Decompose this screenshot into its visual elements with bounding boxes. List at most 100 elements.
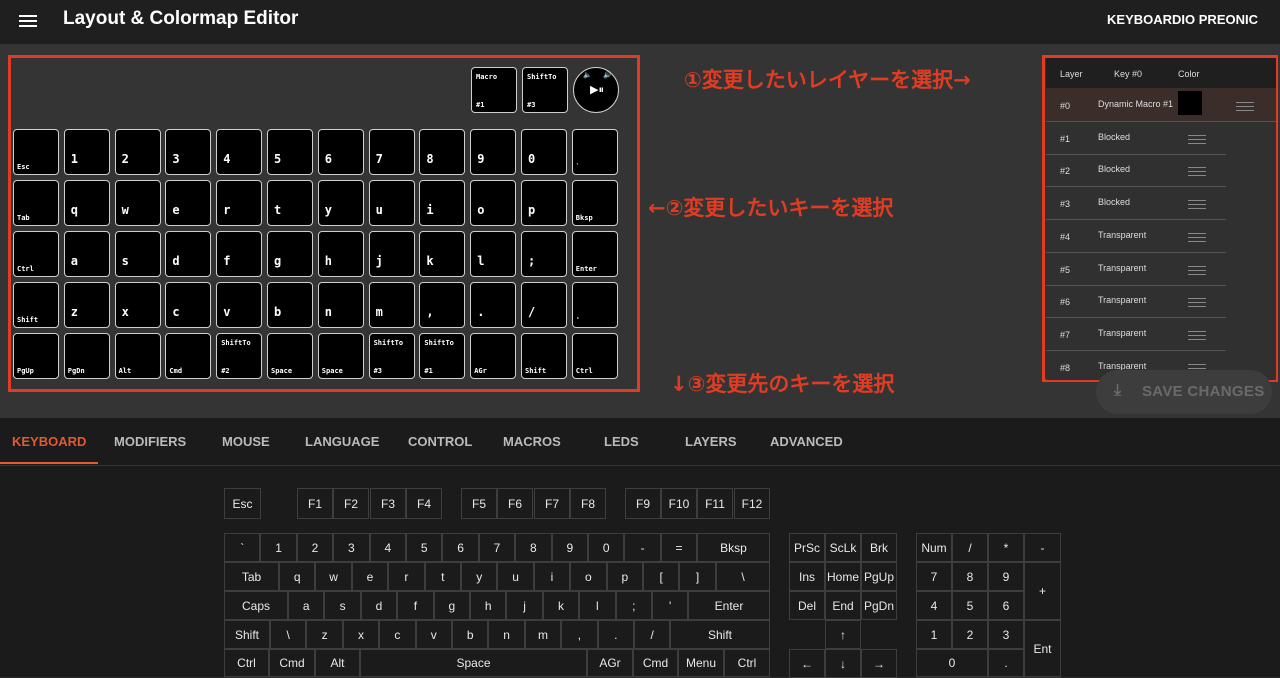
selector-key[interactable]: Menu xyxy=(678,649,724,677)
selector-key[interactable]: / xyxy=(634,620,671,649)
layout-key[interactable]: j xyxy=(368,231,415,277)
selector-key[interactable]: g xyxy=(433,591,470,620)
selector-key[interactable]: End xyxy=(825,591,861,620)
layout-key[interactable]: Ctrl xyxy=(571,333,618,379)
save-changes-button[interactable]: ⤓ SAVE CHANGES xyxy=(1096,370,1272,414)
selector-key[interactable]: F12 xyxy=(734,488,770,519)
selector-key[interactable]: Tab xyxy=(224,562,279,591)
selector-key[interactable]: 9 xyxy=(551,533,588,562)
layout-key[interactable]: , xyxy=(419,282,466,328)
selector-key[interactable]: m xyxy=(524,620,562,649)
selector-key[interactable]: 8 xyxy=(515,533,552,562)
selector-key[interactable]: Enter xyxy=(688,591,770,620)
selector-key[interactable]: c xyxy=(379,620,416,649)
selector-key[interactable]: Caps xyxy=(224,591,288,620)
layout-key[interactable]: PgUp xyxy=(13,333,59,379)
selector-key[interactable]: ` xyxy=(224,533,261,562)
selector-key[interactable]: d xyxy=(360,591,398,620)
layout-key[interactable]: 4 xyxy=(216,129,263,175)
selector-key[interactable]: - xyxy=(624,533,661,562)
selector-key[interactable]: v xyxy=(415,620,452,649)
selector-key[interactable]: F8 xyxy=(570,488,606,519)
layout-key[interactable]: Tab xyxy=(13,180,59,226)
selector-key[interactable]: b xyxy=(452,620,489,649)
drag-handle-icon[interactable] xyxy=(1188,295,1206,310)
layout-key[interactable]: Space xyxy=(267,333,313,379)
layout-key[interactable]: y xyxy=(317,180,364,226)
layout-key[interactable]: 7 xyxy=(368,129,415,175)
selector-key[interactable]: - xyxy=(1024,533,1061,562)
layout-key[interactable]: Cmd xyxy=(165,333,212,379)
rotary-knob[interactable]: ▶⏸ 🔈 🔊 xyxy=(573,67,619,113)
selector-key[interactable]: 9 xyxy=(988,562,1024,591)
selector-key[interactable]: k xyxy=(542,591,580,620)
layout-key[interactable]: b xyxy=(267,282,313,328)
layout-key[interactable]: e xyxy=(165,180,212,226)
layout-key[interactable]: w xyxy=(114,180,161,226)
selector-key[interactable]: AGr xyxy=(587,649,633,677)
selector-key[interactable]: w xyxy=(315,562,352,591)
layout-key[interactable]: g xyxy=(267,231,313,277)
drag-handle-icon[interactable] xyxy=(1188,328,1206,343)
layer-row[interactable]: #4 Transparent xyxy=(1046,219,1226,253)
selector-key[interactable]: j xyxy=(506,591,543,620)
color-swatch[interactable] xyxy=(1178,91,1202,115)
selector-key[interactable]: r xyxy=(388,562,425,591)
layout-key[interactable]: ShiftTo #3 xyxy=(368,333,415,379)
layout-key[interactable]: Shift xyxy=(13,282,59,328)
selector-key[interactable]: x xyxy=(342,620,380,649)
layout-key[interactable]: x xyxy=(114,282,161,328)
selector-key[interactable]: Brk xyxy=(861,533,897,562)
selector-key[interactable]: 5 xyxy=(406,533,443,562)
layer-row[interactable]: #0 Dynamic Macro #1 xyxy=(1046,88,1276,122)
selector-key[interactable]: 0 xyxy=(916,649,988,677)
tab-leds[interactable]: LEDS xyxy=(604,434,639,449)
layout-key[interactable]: k xyxy=(419,231,466,277)
layer-row[interactable]: #3 Blocked xyxy=(1046,186,1226,221)
selector-key[interactable]: ' xyxy=(652,591,689,620)
selector-key[interactable]: t xyxy=(424,562,461,591)
selector-key[interactable]: o xyxy=(570,562,607,591)
selector-key[interactable]: z xyxy=(306,620,343,649)
selector-key[interactable]: F3 xyxy=(370,488,406,519)
layout-key[interactable]: z xyxy=(63,282,110,328)
selector-key[interactable]: 1 xyxy=(916,620,952,649)
selector-key[interactable]: 7 xyxy=(916,562,952,591)
selector-key[interactable]: f xyxy=(397,591,434,620)
layout-key[interactable]: ShiftTo #3 xyxy=(522,67,568,113)
layer-row[interactable]: #5 Transparent xyxy=(1046,252,1226,286)
selector-key[interactable]: / xyxy=(952,533,988,562)
selector-key[interactable]: Ctrl xyxy=(224,649,269,677)
layout-key[interactable]: Esc xyxy=(13,129,59,175)
selector-key[interactable]: [ xyxy=(643,562,680,591)
tab-advanced[interactable]: ADVANCED xyxy=(770,434,843,449)
selector-key[interactable]: 3 xyxy=(988,620,1024,649)
selector-key[interactable]: , xyxy=(561,620,598,649)
selector-key[interactable]: p xyxy=(606,562,643,591)
drag-handle-icon[interactable] xyxy=(1188,197,1206,212)
layout-key[interactable]: r xyxy=(216,180,263,226)
layer-row[interactable]: #2 Blocked xyxy=(1046,153,1226,188)
selector-key[interactable]: * xyxy=(988,533,1024,562)
layout-key[interactable]: f xyxy=(216,231,263,277)
layout-key[interactable]: ` xyxy=(571,129,618,175)
selector-key[interactable]: Cmd xyxy=(269,649,315,677)
layout-key[interactable]: / xyxy=(521,282,567,328)
selector-key[interactable]: Cmd xyxy=(633,649,678,677)
selector-key[interactable]: s xyxy=(324,591,361,620)
layout-key[interactable]: o xyxy=(470,180,517,226)
selector-key[interactable]: + xyxy=(1024,562,1061,620)
selector-key[interactable]: 2 xyxy=(952,620,988,649)
selector-key[interactable]: e xyxy=(351,562,389,591)
selector-key[interactable]: . xyxy=(988,649,1024,677)
selector-key[interactable]: 0 xyxy=(588,533,625,562)
menu-icon[interactable] xyxy=(19,12,37,30)
selector-key[interactable]: Home xyxy=(825,562,861,591)
selector-key[interactable]: ScLk xyxy=(825,533,861,562)
selector-key[interactable]: 6 xyxy=(442,533,479,562)
layout-key[interactable]: l xyxy=(470,231,517,277)
selector-key[interactable]: y xyxy=(461,562,498,591)
selector-key[interactable]: Alt xyxy=(315,649,360,677)
layout-key[interactable]: p xyxy=(521,180,567,226)
tab-mouse[interactable]: MOUSE xyxy=(222,434,270,449)
